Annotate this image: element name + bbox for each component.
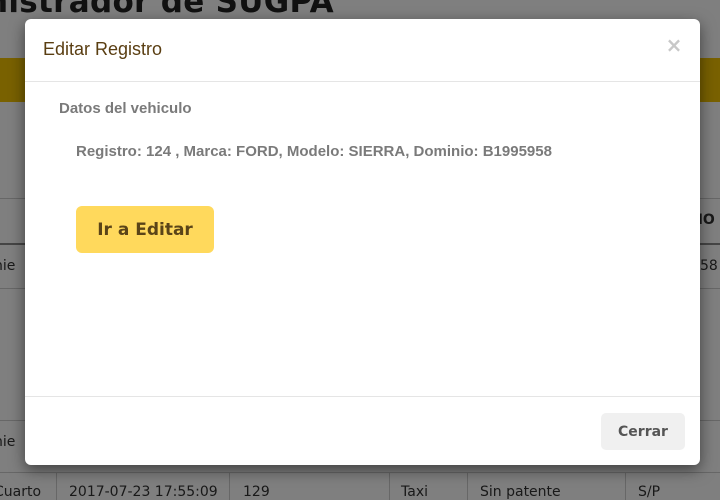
modal-body: Datos del vehiculo Registro: 124 , Marca… xyxy=(25,82,700,395)
modal-title: Editar Registro xyxy=(43,39,163,59)
section-label: Datos del vehiculo xyxy=(59,100,192,117)
modal-header: Editar Registro × xyxy=(25,19,700,82)
modal-footer: Cerrar xyxy=(25,396,700,466)
edit-record-modal: Editar Registro × Datos del vehiculo Reg… xyxy=(25,19,700,465)
go-to-edit-button[interactable]: Ir a Editar xyxy=(76,206,214,253)
close-icon[interactable]: × xyxy=(664,33,684,57)
vehicle-info: Registro: 124 , Marca: FORD, Modelo: SIE… xyxy=(76,143,552,160)
close-button[interactable]: Cerrar xyxy=(601,413,685,450)
